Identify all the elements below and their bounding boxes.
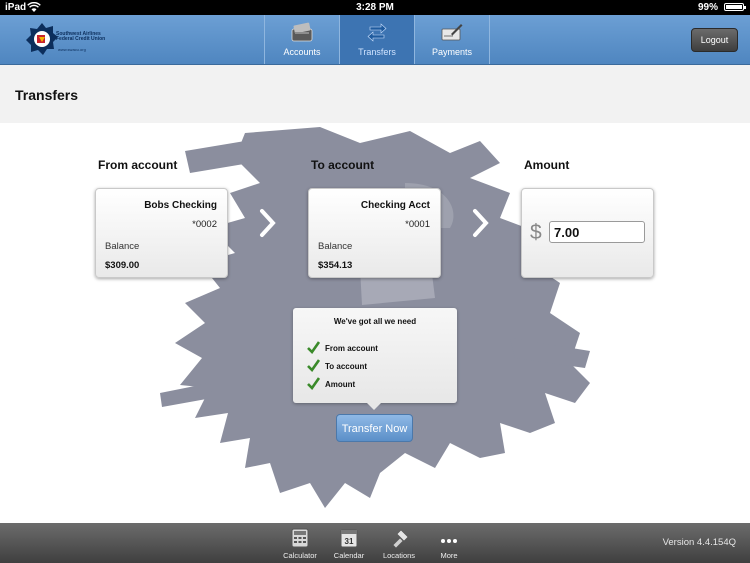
transfer-arrows-icon	[367, 23, 387, 42]
from-account-name: Bobs Checking	[144, 200, 217, 211]
chevron-right-icon	[260, 209, 276, 237]
toolbar-item-label: More	[440, 551, 458, 560]
from-account-label: From account	[98, 158, 178, 172]
tab-transfers-label: Transfers	[358, 47, 396, 57]
to-account-name: Checking Acct	[360, 200, 430, 211]
logo-seal-icon	[26, 23, 58, 55]
tab-transfers[interactable]: Transfers	[339, 15, 414, 64]
bubble-tail	[367, 403, 381, 410]
to-account-label: To account	[311, 158, 375, 172]
app-version: Version 4.4.154Q	[662, 537, 736, 548]
checklist-item-label: Amount	[325, 380, 356, 389]
toolbar-item-calendar[interactable]: 31 Calendar	[324, 523, 374, 563]
locations-icon	[392, 529, 409, 548]
checklist-item-label: To account	[325, 362, 368, 371]
chevron-right-icon	[473, 209, 489, 237]
transfer-now-button[interactable]: Transfer Now	[336, 414, 413, 442]
logout-button[interactable]: Logout	[691, 28, 738, 52]
toolbar-item-calculator[interactable]: Calculator	[275, 523, 325, 563]
more-dots-icon	[441, 539, 457, 543]
credit-union-logo[interactable]: Southwest Airlines Federal Credit Union …	[26, 22, 106, 58]
bottom-toolbar: Calculator 31 Calendar Locations More Ve…	[0, 523, 750, 563]
checkmark-icon	[307, 359, 320, 372]
to-account-card[interactable]: Checking Acct *0001 Balance $354.13	[308, 188, 441, 278]
tab-accounts[interactable]: Accounts	[264, 15, 339, 64]
from-account-card[interactable]: Bobs Checking *0002 Balance $309.00	[95, 188, 228, 278]
toolbar-item-more[interactable]: More	[424, 523, 474, 563]
wallet-icon	[291, 22, 313, 42]
toolbar-item-label: Locations	[382, 551, 416, 560]
amount-label: Amount	[524, 158, 570, 172]
tab-payments[interactable]: Payments	[414, 15, 490, 64]
ready-checklist: We've got all we need From account To ac…	[293, 308, 457, 410]
from-account-number: *0002	[192, 219, 217, 230]
checklist-heading: We've got all we need	[333, 317, 417, 326]
toolbar-item-label: Calendar	[333, 551, 365, 560]
check-pen-icon	[441, 24, 463, 41]
from-balance-value: $309.00	[105, 260, 140, 271]
page-title: Transfers	[15, 87, 79, 103]
toolbar-item-locations[interactable]: Locations	[374, 523, 424, 563]
tab-accounts-label: Accounts	[283, 47, 321, 57]
calendar-icon: 31	[340, 529, 358, 548]
logo-line-2: Federal Credit Union	[56, 36, 106, 42]
clock-time: 3:28 PM	[356, 2, 394, 13]
from-balance-label: Balance	[105, 241, 140, 252]
amount-card: $	[521, 188, 654, 278]
to-balance-label: Balance	[318, 241, 353, 252]
toolbar-item-label: Calculator	[283, 551, 317, 560]
to-account-number: *0001	[405, 219, 430, 230]
checkmark-icon	[307, 377, 320, 390]
calculator-icon	[291, 528, 309, 548]
logo-url: www.swacu.org	[58, 47, 86, 52]
title-bar: Transfers	[0, 65, 750, 123]
app-header: Southwest Airlines Federal Credit Union …	[0, 15, 750, 65]
battery-icon	[724, 3, 746, 11]
checklist-item-label: From account	[325, 344, 378, 353]
status-bar: iPad 3:28 PM 99%	[0, 0, 750, 15]
battery-percent: 99%	[697, 2, 718, 13]
calendar-day: 31	[345, 537, 354, 546]
main-tabs: Accounts Transfers Payments	[264, 15, 490, 64]
amount-input[interactable]	[549, 221, 645, 243]
logo-text: Southwest Airlines Federal Credit Union	[56, 32, 105, 42]
tab-payments-label: Payments	[431, 47, 473, 57]
to-balance-value: $354.13	[318, 260, 353, 271]
checkmark-icon	[307, 341, 320, 354]
currency-symbol: $	[530, 221, 542, 244]
